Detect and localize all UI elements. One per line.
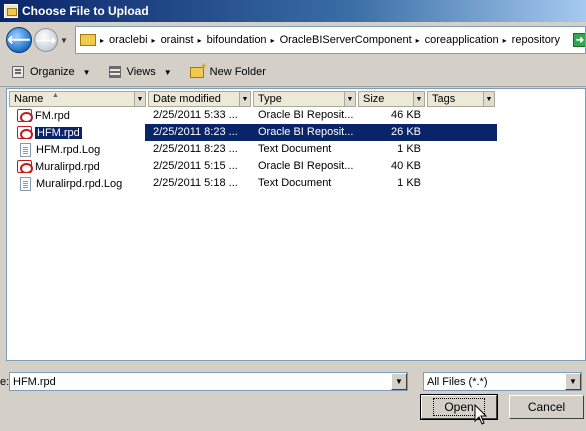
forward-arrow-icon[interactable]: ⟶ (34, 28, 58, 52)
folder-icon (80, 34, 96, 46)
file-row[interactable]: Muralirpd.rpd 2/25/2011 5:15 ... Oracle … (11, 158, 497, 175)
text-file-icon (20, 177, 31, 191)
breadcrumb-item[interactable]: ▸ bifoundation (198, 34, 267, 46)
rpd-file-icon (17, 160, 33, 173)
file-row[interactable]: HFM.rpd.Log 2/25/2011 8:23 ... Text Docu… (11, 141, 497, 158)
column-header-tags[interactable]: Tags ▼ (427, 91, 495, 107)
toolbar: Organize ▼ Views ▼ New Folder (0, 58, 586, 87)
chevron-down-icon[interactable]: ▼ (344, 92, 355, 106)
breadcrumb-item[interactable]: ▸ coreapplication (416, 34, 499, 46)
breadcrumb-item[interactable]: ▸ repository (503, 34, 560, 46)
organize-icon (12, 66, 24, 78)
chevron-down-icon[interactable]: ▼ (239, 92, 250, 106)
cancel-button[interactable]: Cancel (509, 395, 584, 419)
column-header-name[interactable]: Name ▲ ▼ (9, 91, 146, 107)
chevron-down-icon: ▼ (82, 67, 91, 77)
column-header-type[interactable]: Type ▼ (253, 91, 356, 107)
dialog-icon (4, 4, 18, 18)
navigation-bar: ⟵ ⟶ ▼ ▸ oraclebi ▸ orainst ▸ bifoundation ▸… (0, 22, 586, 58)
chevron-down-icon[interactable]: ▼ (391, 373, 407, 390)
file-type-value: All Files (*.*) (427, 375, 488, 388)
views-button[interactable]: Views ▼ (108, 66, 172, 78)
column-header-date-modified[interactable]: Date modified ▼ (148, 91, 251, 107)
chevron-down-icon[interactable]: ▼ (413, 92, 424, 106)
breadcrumb-item[interactable]: ▸ oraclebi (100, 34, 148, 46)
dialog-footer: e: HFM.rpd ▼ All Files (*.*) ▼ (0, 361, 586, 431)
file-name-value: HFM.rpd (13, 375, 56, 388)
new-folder-icon (189, 61, 208, 78)
file-list[interactable]: Name ▲ ▼ Date modified ▼ Type ▼ Size ▼ T… (6, 88, 586, 361)
recent-pages-dropdown-icon[interactable]: ▼ (60, 36, 68, 45)
file-row[interactable]: FM.rpd 2/25/2011 5:33 ... Oracle BI Repo… (11, 107, 497, 124)
file-row-selected[interactable]: HFM.rpd 2/25/2011 8:23 ... Oracle BI Rep… (11, 124, 497, 141)
chevron-down-icon[interactable]: ▼ (565, 373, 581, 390)
file-name-field[interactable]: HFM.rpd ▼ (9, 372, 408, 391)
file-type-select[interactable]: All Files (*.*) ▼ (423, 372, 582, 391)
file-name-label: e: (0, 376, 10, 388)
breadcrumb-item[interactable]: ▸ OracleBIServerComponent (271, 34, 412, 46)
title-bar: Choose File to Upload (0, 0, 586, 22)
mouse-pointer-icon (474, 404, 488, 425)
back-arrow-icon[interactable]: ⟵ (6, 27, 32, 53)
views-icon (108, 66, 121, 78)
file-row[interactable]: Muralirpd.rpd.Log 2/25/2011 5:18 ... Tex… (11, 175, 497, 192)
sort-ascending-icon: ▲ (52, 92, 59, 99)
chevron-down-icon[interactable]: ▼ (134, 92, 145, 106)
go-arrow-icon[interactable]: ➜ (573, 33, 585, 47)
chevron-down-icon[interactable]: ▼ (483, 92, 494, 106)
new-folder-button[interactable]: New Folder (189, 61, 266, 78)
column-header-size[interactable]: Size ▼ (358, 91, 425, 107)
chevron-down-icon: ▼ (163, 67, 172, 77)
text-file-icon (20, 143, 31, 157)
organize-button[interactable]: Organize ▼ (12, 66, 91, 78)
breadcrumb[interactable]: ▸ oraclebi ▸ orainst ▸ bifoundation ▸ Oracle… (75, 26, 586, 54)
rpd-file-icon (17, 126, 33, 139)
breadcrumb-item[interactable]: ▸ orainst (152, 34, 194, 46)
window-title: Choose File to Upload (22, 4, 149, 18)
rpd-file-icon (17, 109, 33, 122)
